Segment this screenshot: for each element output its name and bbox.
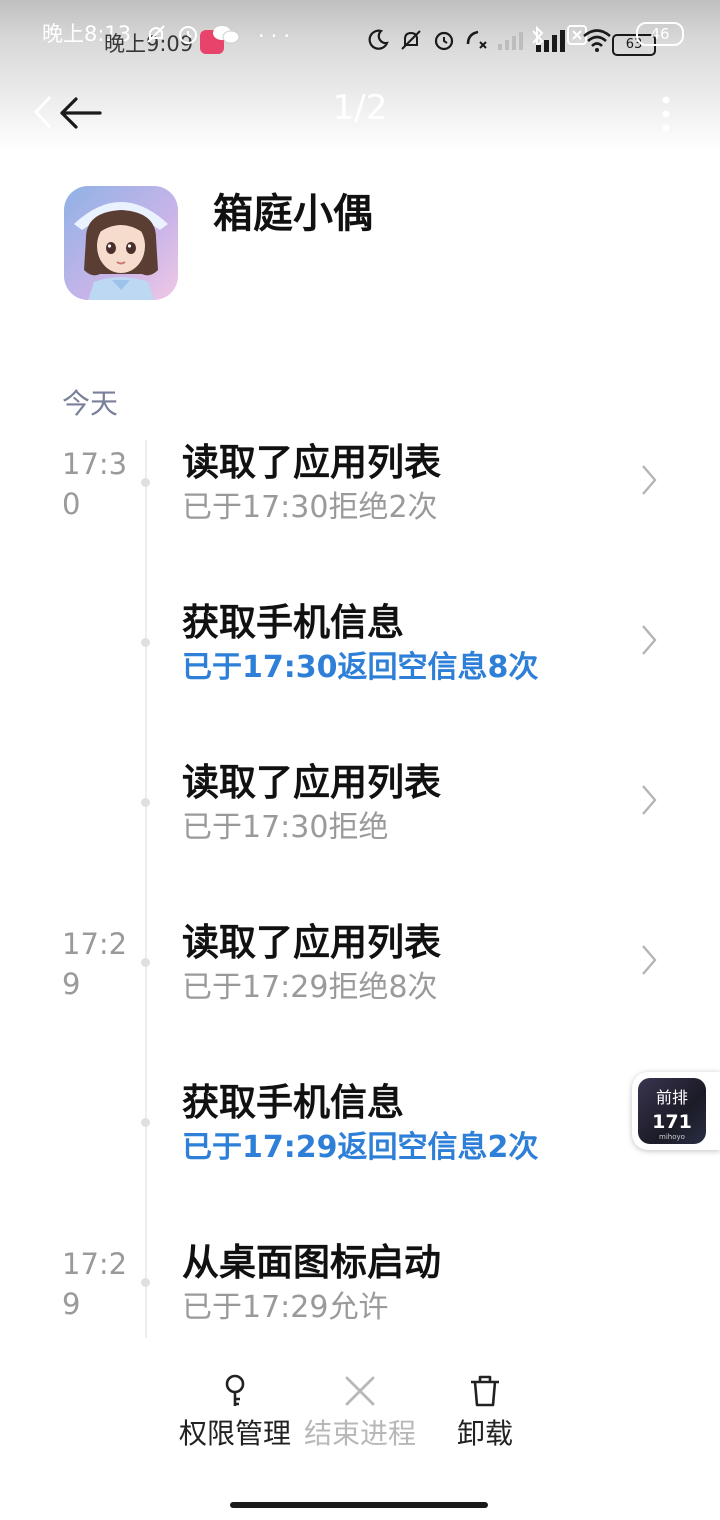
wifi-icon bbox=[583, 29, 611, 52]
silent-bell-icon bbox=[401, 30, 421, 50]
alarm-icon-light bbox=[179, 26, 197, 44]
timeline-dot bbox=[141, 478, 150, 487]
chevron-right-icon bbox=[642, 945, 657, 975]
alarm-icon bbox=[434, 31, 454, 51]
home-indicator[interactable] bbox=[230, 1502, 488, 1508]
timeline-dot bbox=[141, 638, 150, 647]
timeline-dot bbox=[141, 958, 150, 967]
entry-title: 从桌面图标启动 bbox=[182, 1242, 441, 1284]
entry-time: 17:29 bbox=[62, 1247, 128, 1321]
signal-icon bbox=[536, 30, 565, 52]
mute-icon bbox=[147, 25, 165, 43]
entry-detail: 已于17:30拒绝2次 bbox=[182, 490, 438, 525]
floating-widget-thumbnail: 前排 171 mihoyo bbox=[638, 1078, 706, 1144]
entry-title: 获取手机信息 bbox=[182, 1081, 404, 1124]
app-name: 箱庭小偶 bbox=[213, 191, 373, 237]
floating-widget-line1: 前排 bbox=[655, 1088, 688, 1107]
uninstall-button[interactable]: 卸载 bbox=[410, 1360, 560, 1460]
timeline-entry[interactable]: 获取手机信息 已于17:30返回空信息8次 bbox=[0, 601, 720, 742]
chevron-right-icon bbox=[642, 465, 657, 495]
entry-title: 获取手机信息 bbox=[182, 601, 404, 644]
battery-level: 46 bbox=[650, 25, 670, 43]
wechat-icon bbox=[213, 26, 240, 44]
timeline-dot bbox=[141, 1278, 150, 1287]
floating-widget-line2: 171 bbox=[652, 1111, 692, 1133]
floating-widget-line3: mihoyo bbox=[659, 1133, 685, 1141]
close-icon bbox=[345, 1376, 375, 1406]
chevron-right-icon bbox=[642, 625, 657, 655]
entry-title: 读取了应用列表 bbox=[182, 921, 441, 964]
trash-icon bbox=[471, 1375, 499, 1407]
date-group-label: 今天 bbox=[62, 387, 119, 420]
entry-title: 读取了应用列表 bbox=[182, 761, 441, 804]
more-options-icon[interactable] bbox=[654, 92, 678, 136]
entry-detail: 已于17:30拒绝 bbox=[182, 810, 389, 845]
uninstall-label: 卸载 bbox=[456, 1417, 513, 1450]
signal-weak-icon bbox=[498, 32, 523, 50]
floating-game-widget[interactable]: 前排 171 mihoyo bbox=[632, 1072, 720, 1150]
moon-icon bbox=[368, 29, 389, 50]
timeline-dot bbox=[141, 1118, 150, 1127]
back-arrow-icon[interactable] bbox=[56, 93, 106, 133]
status-bar: 晚上8:13 晚上9:09 ··· 63 46 bbox=[0, 12, 720, 60]
timeline-entry[interactable]: 获取手机信息 已于17:29返回空信息2次 bbox=[0, 1081, 720, 1222]
app-icon bbox=[64, 186, 178, 300]
timeline-entry[interactable]: 17:29 读取了应用列表 已于17:29拒绝8次 bbox=[0, 921, 720, 1062]
entry-detail: 已于17:29返回空信息2次 bbox=[182, 1130, 539, 1165]
key-icon bbox=[225, 1374, 245, 1406]
entry-detail: 已于17:29允许 bbox=[182, 1290, 389, 1325]
page-counter: 1/2 bbox=[332, 88, 388, 128]
entry-title: 读取了应用列表 bbox=[182, 441, 441, 484]
timeline-dot bbox=[141, 798, 150, 807]
battery-icon: 46 bbox=[636, 22, 684, 46]
entry-time: 17:30 bbox=[62, 447, 128, 521]
bottom-action-bar: 权限管理 结束进程 卸载 bbox=[0, 1360, 720, 1470]
entry-detail: 已于17:30返回空信息8次 bbox=[182, 650, 539, 685]
call-blocked-icon bbox=[466, 30, 487, 49]
timeline-entry[interactable]: 读取了应用列表 已于17:30拒绝 bbox=[0, 761, 720, 902]
timeline-entry[interactable]: 17:30 读取了应用列表 已于17:30拒绝2次 bbox=[0, 441, 720, 582]
more-notifications-dots: ··· bbox=[258, 24, 297, 48]
chevron-right-icon bbox=[642, 785, 657, 815]
timeline-entry[interactable]: 17:29 从桌面图标启动 已于17:29允许 bbox=[0, 1242, 720, 1338]
entry-detail: 已于17:29拒绝8次 bbox=[182, 970, 438, 1005]
entry-time: 17:29 bbox=[62, 927, 128, 1001]
back-chevron-ghost-icon bbox=[33, 95, 52, 129]
